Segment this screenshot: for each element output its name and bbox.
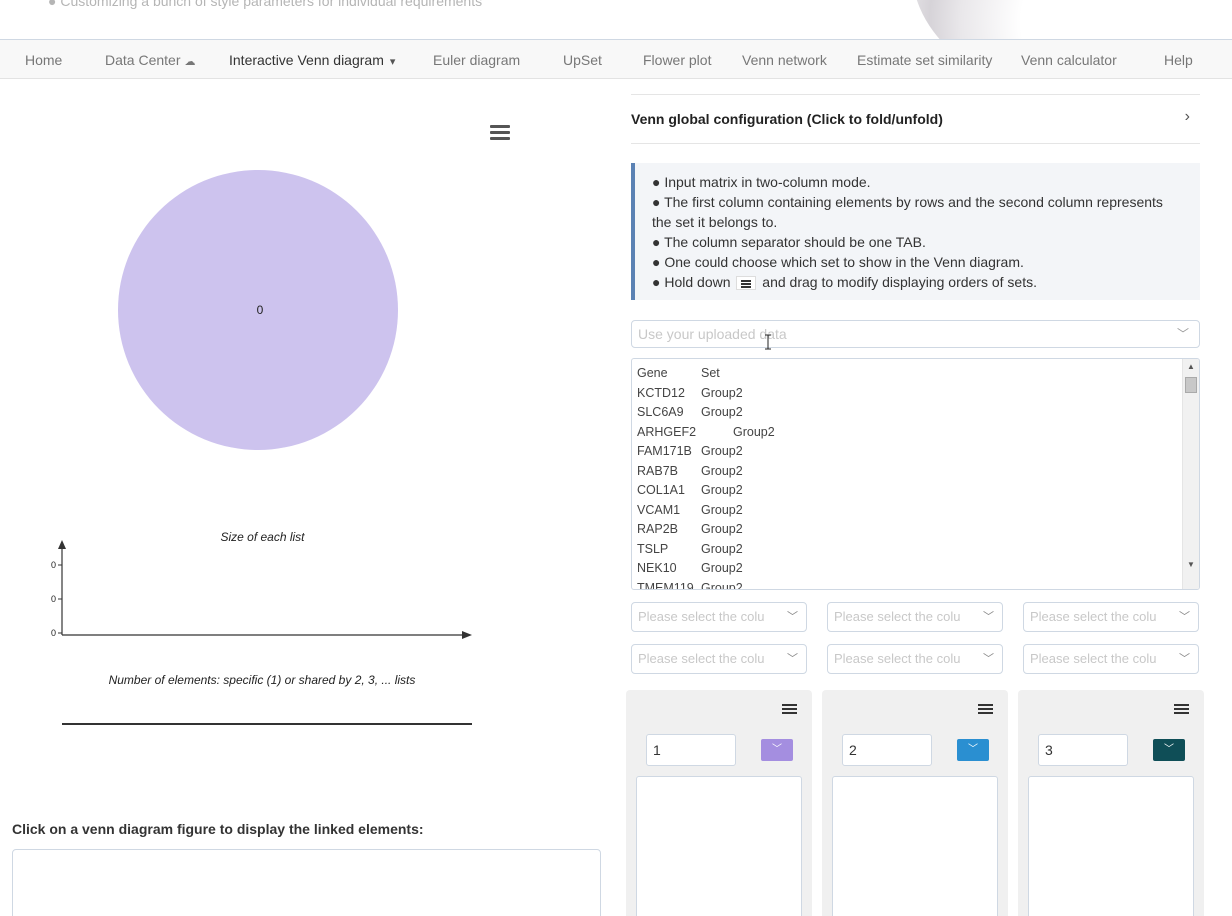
data-row: KCTD12 Group2 bbox=[637, 385, 743, 400]
set-card-2: 2 ﹀ bbox=[822, 690, 1008, 916]
chevron-down-icon: ﹀ bbox=[787, 611, 798, 623]
text-cursor-icon bbox=[765, 334, 771, 350]
data-row: TMEM119 Group2 bbox=[637, 580, 743, 590]
data-row: RAB7B Group2 bbox=[637, 463, 743, 478]
chart-x-label: Number of elements: specific (1) or shar… bbox=[108, 673, 416, 687]
set-elements-box[interactable] bbox=[832, 776, 998, 916]
nav-flower-plot[interactable]: Flower plot bbox=[643, 40, 711, 80]
scroll-up-icon[interactable]: ▲ bbox=[1187, 362, 1195, 371]
x-axis-arrow-icon bbox=[462, 631, 472, 639]
instruction-line: ● Hold down and drag to modify displayin… bbox=[652, 274, 1037, 291]
instruction-line: ● The column separator should be one TAB… bbox=[652, 234, 926, 250]
chevron-down-icon: ﹀ bbox=[1176, 327, 1189, 341]
column-select[interactable]: Please select the colu ﹀ bbox=[1023, 644, 1199, 674]
venn-diagram: 0 bbox=[118, 170, 398, 450]
column-select[interactable]: Please select the colu ﹀ bbox=[827, 602, 1003, 632]
set-elements-box[interactable] bbox=[636, 776, 802, 916]
instructions-box: ● Input matrix in two-column mode. ● The… bbox=[631, 163, 1200, 300]
config-title: Venn global configuration (Click to fold… bbox=[631, 111, 943, 127]
divider-line bbox=[62, 723, 472, 725]
chevron-down-icon: ▾ bbox=[389, 56, 396, 68]
column-select[interactable]: Please select the colu ﹀ bbox=[1023, 602, 1199, 632]
y-tick-label: 0 bbox=[51, 628, 56, 638]
nav-euler[interactable]: Euler diagram bbox=[433, 40, 520, 80]
set-color-picker[interactable]: ﹀ bbox=[761, 739, 793, 761]
chevron-down-icon: ﹀ bbox=[1179, 611, 1190, 623]
drag-handle-icon[interactable] bbox=[978, 704, 993, 716]
data-row: ARHGEF2 Group2 bbox=[637, 424, 775, 439]
set-name-input[interactable]: 2 bbox=[842, 734, 932, 766]
data-row: VCAM1 Group2 bbox=[637, 502, 743, 517]
y-tick-label: 0 bbox=[51, 594, 56, 604]
nav-interactive-venn[interactable]: Interactive Venn diagram ▾ bbox=[229, 40, 395, 80]
nav-help[interactable]: Help bbox=[1164, 40, 1193, 80]
set-name-input[interactable]: 1 bbox=[646, 734, 736, 766]
data-row: TSLP Group2 bbox=[637, 541, 743, 556]
data-source-select[interactable]: Use your uploaded data ﹀ bbox=[631, 320, 1200, 348]
instruction-line: ● The first column containing elements b… bbox=[652, 194, 1163, 230]
nav-data-center[interactable]: Data Center ☁ bbox=[105, 40, 195, 80]
venn-region-count[interactable]: 0 bbox=[257, 303, 264, 317]
instruction-line: ● One could choose which set to show in … bbox=[652, 254, 1024, 270]
chevron-down-icon: ﹀ bbox=[787, 653, 798, 665]
header-decoration bbox=[912, 0, 1232, 40]
column-select[interactable]: Please select the colu ﹀ bbox=[827, 644, 1003, 674]
venn-config-toggle[interactable]: Venn global configuration (Click to fold… bbox=[631, 94, 1200, 144]
scroll-down-icon[interactable]: ▼ bbox=[1187, 560, 1195, 569]
data-row: SLC6A9 Group2 bbox=[637, 405, 743, 419]
textarea-scrollbar[interactable]: ▲ ▼ bbox=[1182, 359, 1199, 589]
data-row: COL1A1 Group2 bbox=[637, 483, 743, 497]
data-header-row: Gene Set bbox=[637, 366, 720, 380]
instruction-line: ● Input matrix in two-column mode. bbox=[652, 174, 871, 190]
list-size-chart: 0 0 0 bbox=[51, 540, 472, 639]
y-tick-label: 0 bbox=[51, 560, 56, 570]
header-tagline: ● Customizing a bunch of style parameter… bbox=[48, 0, 483, 9]
set-elements-box[interactable] bbox=[1028, 776, 1194, 916]
drag-handle-icon bbox=[736, 276, 757, 291]
drag-handle-icon[interactable] bbox=[782, 704, 797, 716]
scrollbar-thumb[interactable] bbox=[1185, 377, 1197, 393]
chevron-down-icon: ﹀ bbox=[983, 611, 994, 623]
column-select[interactable]: Please select the colu ﹀ bbox=[631, 602, 807, 632]
site-header: ● Customizing a bunch of style parameter… bbox=[0, 0, 1232, 40]
y-axis-arrow-icon bbox=[58, 540, 66, 549]
data-row: RAP2B Group2 bbox=[637, 522, 743, 536]
chevron-right-icon: › bbox=[1184, 108, 1190, 125]
chevron-down-icon: ﹀ bbox=[1179, 653, 1190, 665]
data-row: FAM171B Group2 bbox=[637, 444, 743, 458]
drag-handle-icon[interactable] bbox=[1174, 704, 1189, 716]
nav-home[interactable]: Home bbox=[25, 40, 62, 80]
cloud-upload-icon: ☁ bbox=[184, 56, 196, 68]
linked-elements-output[interactable] bbox=[12, 849, 601, 916]
data-row: NEK10 Group2 bbox=[637, 561, 743, 575]
nav-upset[interactable]: UpSet bbox=[563, 40, 602, 80]
nav-venn-calculator[interactable]: Venn calculator bbox=[1021, 40, 1117, 80]
data-input-textarea[interactable]: Gene Set KCTD12 Group2 SLC6A9 Group2 ARHGEF… bbox=[631, 358, 1200, 590]
nav-set-similarity[interactable]: Estimate set similarity bbox=[857, 40, 992, 80]
linked-elements-title: Click on a venn diagram figure to displa… bbox=[12, 821, 424, 837]
set-color-picker[interactable]: ﹀ bbox=[957, 739, 989, 761]
set-card-3: 3 ﹀ bbox=[1018, 690, 1204, 916]
set-card-1: 1 ﹀ bbox=[626, 690, 812, 916]
set-name-input[interactable]: 3 bbox=[1038, 734, 1128, 766]
column-select[interactable]: Please select the colu ﹀ bbox=[631, 644, 807, 674]
main-navbar: Home Data Center ☁ Interactive Venn diagr… bbox=[0, 39, 1232, 79]
set-color-picker[interactable]: ﹀ bbox=[1153, 739, 1185, 761]
nav-venn-network[interactable]: Venn network bbox=[742, 40, 827, 80]
chevron-down-icon: ﹀ bbox=[983, 653, 994, 665]
chart-menu-icon[interactable] bbox=[490, 125, 510, 143]
